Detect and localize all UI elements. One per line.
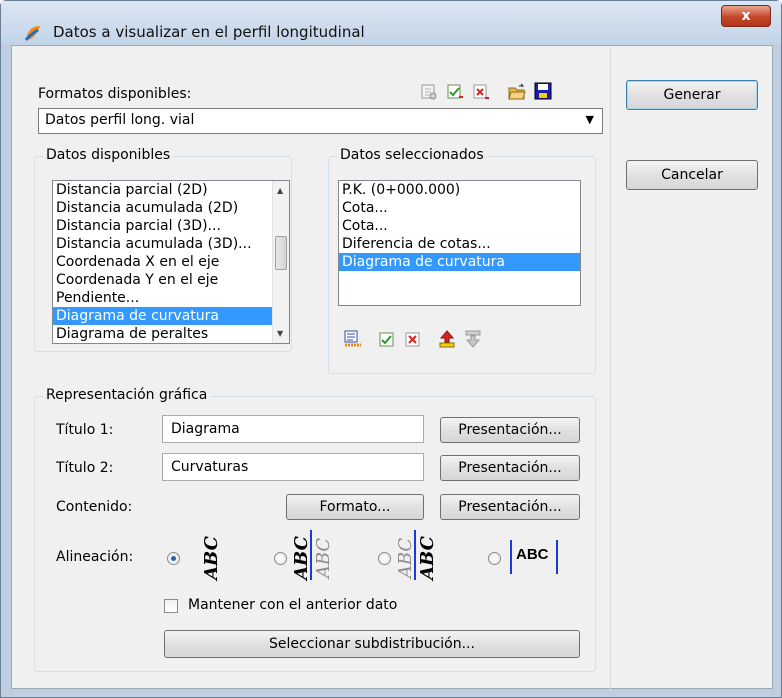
align-option-4-bar-left [510,540,512,574]
available-title: Datos disponibles [43,147,174,163]
selected-list[interactable]: P.K. (0+000.000) Cota... Cota... Diferencia… [338,180,581,306]
formats-dropdown[interactable]: Datos perfil long. vial ▼ [38,108,603,134]
presentacion1-button[interactable]: Presentación... [440,417,580,443]
scroll-down-icon[interactable]: ▼ [277,329,283,338]
move-up-icon[interactable] [438,330,456,348]
vertical-separator [610,46,611,690]
align-option-2-bar [310,530,312,580]
cancel-button[interactable]: Cancelar [626,160,758,190]
available-list-item[interactable]: Distancia parcial (3D)... [53,217,289,235]
dialog-window: Datos a visualizar en el perfil longitud… [0,0,782,698]
selected-list-item[interactable]: Cota... [339,199,580,217]
rename-icon[interactable] [446,83,464,101]
subdistribution-button[interactable]: Seleccionar subdistribución... [164,630,580,658]
align-option-3-bar [414,530,416,580]
align-option-2-radio[interactable] [274,552,287,565]
selected-list-item[interactable]: P.K. (0+000.000) [339,181,580,199]
selected-list-item[interactable]: Cota... [339,217,580,235]
properties-icon[interactable] [420,83,438,101]
align-option-1-label: ABC [201,536,222,580]
available-list-item[interactable]: Coordenada Y en el eje [53,271,289,289]
formato-button[interactable]: Formato... [286,494,424,520]
align-option-3-text-b: ABC [417,536,438,580]
presentacion2-button[interactable]: Presentación... [440,455,580,481]
contenido-label: Contenido: [56,499,133,515]
available-list-item[interactable]: Diagrama de curvatura [53,307,289,325]
formats-label: Formatos disponibles: [38,86,192,102]
available-list-item[interactable]: Coordenada X en el eje [53,253,289,271]
save-icon[interactable] [534,82,552,100]
titulo2-input[interactable]: Curvaturas [162,453,424,481]
check-icon[interactable] [378,331,396,349]
chevron-down-icon[interactable]: ▼ [586,113,594,126]
keep-previous-label: Mantener con el anterior dato [188,597,398,613]
scroll-thumb[interactable] [275,236,287,270]
selected-title: Datos seleccionados [337,147,487,163]
align-option-1-radio[interactable] [167,552,180,565]
close-button[interactable]: x [721,5,771,27]
selected-list-item[interactable]: Diagrama de curvatura [339,253,580,271]
align-option-4-bar-right [556,540,558,574]
align-option-3-radio[interactable] [378,552,391,565]
available-scrollbar[interactable]: ▲ ▼ [272,181,289,343]
available-list-item[interactable]: Pendiente... [53,289,289,307]
keep-previous-checkbox[interactable] [164,599,178,613]
formats-selected: Datos perfil long. vial [45,112,195,128]
app-icon [24,26,40,41]
titulo2-label: Título 2: [56,460,114,476]
window-title: Datos a visualizar en el perfil longitud… [53,23,365,41]
align-option-2-text-b: ABC [313,537,334,579]
title-bar[interactable]: Datos a visualizar en el perfil longitud… [1,1,781,45]
available-list-item[interactable]: Distancia acumulada (2D) [53,199,289,217]
list-format-icon[interactable] [344,330,362,348]
remove-icon[interactable] [404,331,422,349]
open-folder-icon[interactable] [508,83,526,101]
titulo1-label: Título 1: [56,422,114,438]
dialog-client-area: Formatos disponibles: Datos perfil long.… [11,45,773,690]
align-option-4-label: ABC [516,546,549,563]
graphic-title: Representación gráfica [43,387,211,403]
delete-format-icon[interactable] [472,83,490,101]
scroll-up-icon[interactable]: ▲ [277,186,283,195]
generate-button[interactable]: Generar [626,80,758,110]
titulo1-input[interactable]: Diagrama [162,415,424,443]
available-list-item[interactable]: Distancia parcial (2D) [53,181,289,199]
available-list-item[interactable]: Distancia acumulada (3D)... [53,235,289,253]
selected-list-item[interactable]: Diferencia de cotas... [339,235,580,253]
move-down-icon[interactable] [464,330,482,348]
available-list[interactable]: Distancia parcial (2D) Distancia acumulad… [52,180,290,344]
alineacion-label: Alineación: [56,549,134,565]
available-list-item[interactable]: Diagrama de peraltes [53,325,289,343]
align-option-4-radio[interactable] [488,552,501,565]
presentacion3-button[interactable]: Presentación... [440,494,580,520]
